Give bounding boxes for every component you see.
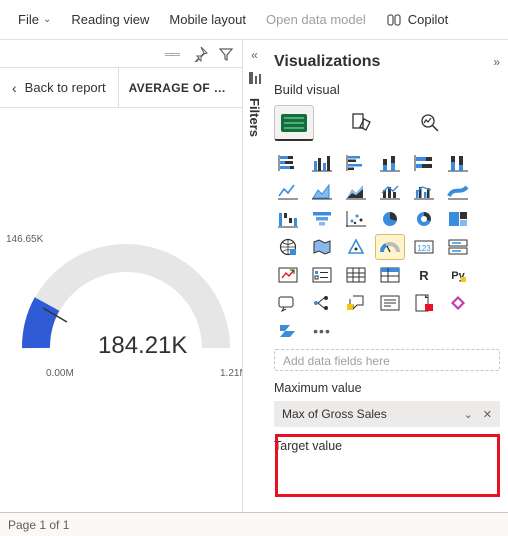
expand-pane-icon[interactable]: » [493, 55, 500, 69]
report-canvas: ══ ⋯ ‹ Back to report AVERAGE OF … 146.6… [0, 40, 266, 512]
back-label: Back to report [25, 80, 106, 95]
reading-view-button[interactable]: Reading view [61, 0, 159, 39]
viz-map[interactable] [274, 235, 302, 259]
viz-clustered-column[interactable] [308, 151, 336, 175]
remove-field-icon[interactable]: ✕ [481, 408, 494, 421]
visualizations-pane: Visualizations » Build visual [266, 40, 508, 512]
viz-100-stacked-column[interactable] [444, 151, 472, 175]
viz-python-visual[interactable]: Py [444, 263, 472, 287]
visualization-type-grid: 123 R Py ••• [274, 151, 500, 343]
viz-smart-narrative[interactable] [376, 291, 404, 315]
maximum-value-label: Maximum value [274, 381, 500, 395]
file-menu-label: File [18, 12, 39, 27]
viz-pie[interactable] [376, 207, 404, 231]
add-data-placeholder: Add data fields here [283, 354, 390, 368]
copilot-label: Copilot [408, 12, 448, 27]
viz-line[interactable] [274, 179, 302, 203]
build-visual-tab[interactable] [274, 105, 314, 141]
open-data-model-button: Open data model [256, 0, 376, 39]
viz-donut[interactable] [410, 207, 438, 231]
add-data-fields-well[interactable]: Add data fields here [274, 349, 500, 371]
format-visual-tab[interactable] [342, 105, 382, 141]
viz-scatter[interactable] [342, 207, 370, 231]
viz-matrix[interactable] [376, 263, 404, 287]
filters-icon [247, 70, 263, 86]
viz-line-stacked-column[interactable] [376, 179, 404, 203]
field-chip-label: Max of Gross Sales [282, 407, 456, 421]
filters-label: Filters [247, 98, 262, 137]
chevron-down-icon[interactable]: ⌄ [462, 408, 475, 421]
viz-clustered-bar[interactable] [342, 151, 370, 175]
analytics-tab[interactable] [410, 105, 450, 141]
viz-table[interactable] [342, 263, 370, 287]
filters-pane-collapsed[interactable]: « Filters [242, 40, 266, 512]
viz-multi-row-card[interactable] [444, 235, 472, 259]
visual-header: ‹ Back to report AVERAGE OF … [0, 68, 265, 108]
visual-title[interactable]: AVERAGE OF … [118, 68, 228, 107]
viz-power-automate[interactable] [274, 319, 302, 343]
viz-area[interactable] [308, 179, 336, 203]
visualizations-title: Visualizations [274, 53, 380, 71]
viz-ribbon[interactable] [444, 179, 472, 203]
file-menu[interactable]: File ⌄ [8, 0, 61, 39]
viz-qa[interactable] [342, 291, 370, 315]
viz-kpi[interactable] [274, 263, 302, 287]
viz-stacked-column[interactable] [376, 151, 404, 175]
viz-r-visual[interactable]: R [410, 263, 438, 287]
svg-text:R: R [419, 268, 429, 283]
gauge-axis-min: 0.00M [46, 368, 74, 379]
copilot-button[interactable]: Copilot [376, 0, 458, 39]
viz-funnel[interactable] [308, 207, 336, 231]
back-to-report-button[interactable]: ‹ Back to report [0, 68, 118, 107]
viz-power-apps[interactable] [444, 291, 472, 315]
viz-more[interactable]: ••• [308, 319, 336, 343]
visual-header-tools: ══ ⋯ [0, 40, 265, 68]
collapse-left-icon[interactable]: « [251, 48, 258, 62]
viz-paginated-report[interactable] [410, 291, 438, 315]
gauge-value: 184.21K [98, 332, 187, 360]
copilot-icon [386, 12, 402, 28]
drag-handle-icon[interactable]: ══ [165, 47, 182, 61]
filter-icon[interactable] [218, 46, 234, 62]
viz-gauge[interactable] [376, 235, 404, 259]
svg-text:123: 123 [417, 244, 431, 253]
viz-slicer[interactable] [308, 263, 336, 287]
mobile-layout-button[interactable]: Mobile layout [159, 0, 256, 39]
pin-icon[interactable] [192, 46, 208, 62]
build-tabs [274, 101, 500, 141]
page-indicator: Page 1 of 1 [8, 518, 69, 532]
viz-decomposition-tree[interactable] [308, 291, 336, 315]
viz-filled-map[interactable] [308, 235, 336, 259]
viz-card[interactable]: 123 [410, 235, 438, 259]
build-visual-label: Build visual [274, 82, 500, 97]
gauge-visual[interactable]: 146.65K 184.21K 0.00M 1.21M [0, 108, 265, 408]
viz-stacked-bar[interactable] [274, 151, 302, 175]
viz-waterfall[interactable] [274, 207, 302, 231]
chevron-down-icon: ⌄ [43, 14, 51, 25]
status-bar: Page 1 of 1 [0, 512, 508, 536]
viz-line-clustered-column[interactable] [410, 179, 438, 203]
maximum-value-field[interactable]: Max of Gross Sales ⌄ ✕ [274, 401, 500, 427]
target-value-label: Target value [274, 439, 500, 453]
viz-azure-map[interactable] [342, 235, 370, 259]
viz-key-influencers[interactable] [274, 291, 302, 315]
chevron-left-icon: ‹ [12, 80, 17, 96]
top-menu-bar: File ⌄ Reading view Mobile layout Open d… [0, 0, 508, 40]
viz-100-stacked-bar[interactable] [410, 151, 438, 175]
viz-stacked-area[interactable] [342, 179, 370, 203]
viz-treemap[interactable] [444, 207, 472, 231]
